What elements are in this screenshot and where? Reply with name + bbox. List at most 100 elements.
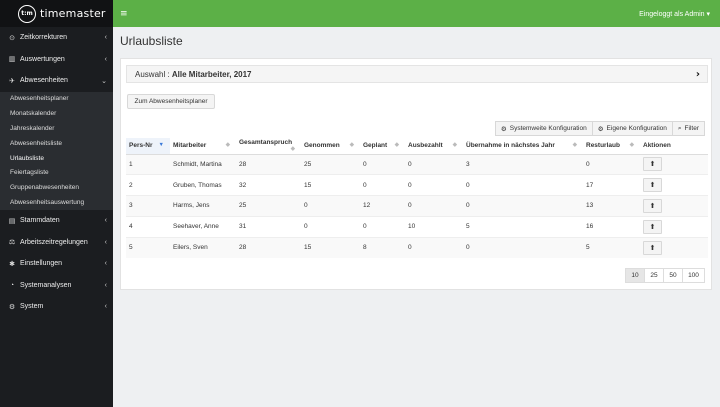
- table-row: 1 Schmidt, Martina 28 25 0 0 3 0 ⬆: [126, 153, 708, 175]
- cell-pers-nr: 4: [126, 215, 170, 238]
- table-row: 2 Gruben, Thomas 32 15 0 0 0 17 ⬆: [126, 174, 708, 196]
- logo[interactable]: t:m timemaster: [0, 0, 113, 27]
- submenu-item-urlaubsliste[interactable]: Urlaubsliste: [0, 151, 113, 166]
- submenu-item-monatskalender[interactable]: Monatskalender: [0, 106, 113, 121]
- cell-aktionen: ⬆: [640, 236, 708, 258]
- selection-bar[interactable]: Auswahl : Alle Mitarbeiter, 2017 ›: [126, 65, 708, 83]
- sidebar-submenu-abwesenheiten: Abwesenheitsplaner Monatskalender Jahres…: [0, 91, 113, 210]
- system-config-button[interactable]: ⚙ Systemweite Konfiguration: [494, 121, 593, 136]
- system-config-label: Systemweite Konfiguration: [509, 125, 587, 132]
- column-header-label: Ausbezahlt: [408, 142, 443, 150]
- chevron-left-icon: ‹: [104, 303, 107, 311]
- column-header-geplant[interactable]: Geplant ◆: [360, 138, 405, 155]
- cell-aktionen: ⬆: [640, 153, 708, 175]
- chevron-left-icon: ‹: [104, 34, 107, 42]
- sort-icon: ◆: [572, 142, 577, 149]
- page-title: Urlaubsliste: [120, 34, 183, 48]
- table-row: 3 Harms, Jens 25 0 12 0 0 13 ⬆: [126, 195, 708, 217]
- chevron-left-icon: ‹: [104, 217, 107, 225]
- submenu-item-abwesenheitsliste[interactable]: Abwesenheitsliste: [0, 136, 113, 151]
- user-menu[interactable]: Eingeloggt als Admin ▾: [639, 10, 710, 18]
- planner-button[interactable]: Zum Abwesenheitsplaner: [127, 94, 215, 109]
- column-header-genommen[interactable]: Genommen ◆: [301, 138, 360, 155]
- column-header-label: Mitarbeiter: [173, 142, 207, 150]
- transfer-button[interactable]: ⬆: [643, 240, 662, 255]
- sidebar: t:m timemaster ⊙ Zeitkorrekturen ‹ ▥ Aus…: [0, 0, 113, 407]
- own-config-button[interactable]: ⚙ Eigene Konfiguration: [591, 121, 673, 136]
- cell-ausbezahlt: 0: [405, 153, 463, 175]
- column-header-pers-nr[interactable]: Pers-Nr ▼: [126, 138, 170, 155]
- sidebar-item-stammdaten[interactable]: ▤ Stammdaten ‹: [0, 210, 113, 232]
- sidebar-item-systemanalysen[interactable]: ◔ Systemanalysen ‹: [0, 274, 113, 296]
- transfer-button[interactable]: ⬆: [643, 219, 662, 234]
- page-size-10[interactable]: 10: [625, 268, 645, 283]
- gears-icon: ⚙: [597, 125, 604, 133]
- page-size-25[interactable]: 25: [644, 268, 664, 283]
- column-header-resturlaub[interactable]: Resturlaub ◆: [583, 138, 640, 155]
- submenu-item-abwesenheitsauswertung[interactable]: Abwesenheitsauswertung: [0, 195, 113, 210]
- arrow-up-icon: ⬆: [649, 243, 656, 252]
- sidebar-item-arbeitszeitregelungen[interactable]: ⚖ Arbeitszeitregelungen ‹: [0, 231, 113, 253]
- submenu-item-feiertagsliste[interactable]: Feiertagsliste: [0, 165, 113, 180]
- cell-ausbezahlt: 0: [405, 236, 463, 258]
- cell-pers-nr: 1: [126, 153, 170, 175]
- submenu-item-gruppenabwesenheiten[interactable]: Gruppenabwesenheiten: [0, 180, 113, 195]
- page-size-50[interactable]: 50: [663, 268, 683, 283]
- hamburger-icon[interactable]: ≡: [120, 9, 128, 19]
- cell-geplant: 12: [360, 195, 405, 217]
- sidebar-item-auswertungen[interactable]: ▥ Auswertungen ‹: [0, 49, 113, 71]
- sort-icon: ◆: [394, 142, 399, 149]
- cell-uebernahme: 5: [463, 215, 583, 238]
- logo-badge: t:m: [18, 4, 36, 23]
- cell-genommen: 0: [301, 215, 360, 238]
- transfer-button[interactable]: ⬆: [643, 178, 662, 193]
- sort-icon: ◆: [629, 142, 634, 149]
- dashboard-icon: ◔: [9, 281, 15, 289]
- column-header-mitarbeiter[interactable]: Mitarbeiter ◆: [170, 138, 236, 155]
- selection-text: Auswahl : Alle Mitarbeiter, 2017: [135, 70, 252, 79]
- table-header-row: Pers-Nr ▼ Mitarbeiter ◆ Gesamtanspruch ◆ Ge…: [126, 138, 708, 155]
- cell-mitarbeiter: Seehaver, Anne: [170, 215, 236, 238]
- column-header-gesamtanspruch[interactable]: Gesamtanspruch ◆: [236, 138, 301, 155]
- bar-chart-icon: ▥: [8, 56, 16, 64]
- column-header-ausbezahlt[interactable]: Ausbezahlt ◆: [405, 138, 463, 155]
- transfer-button[interactable]: ⬆: [643, 157, 662, 172]
- filter-label: Filter: [684, 125, 699, 132]
- sort-icon: ◆: [225, 142, 230, 149]
- sidebar-item-abwesenheiten[interactable]: ✈ Abwesenheiten ⌄: [0, 70, 113, 92]
- table-row: 4 Seehaver, Anne 31 0 0 10 5 16 ⬆: [126, 215, 708, 238]
- cell-genommen: 15: [301, 236, 360, 258]
- page-size-100[interactable]: 100: [682, 268, 705, 283]
- cell-gesamtanspruch: 28: [236, 236, 301, 258]
- column-header-aktionen: Aktionen: [640, 138, 708, 155]
- sidebar-item-system[interactable]: ⚙ System ‹: [0, 296, 113, 318]
- selection-label: Auswahl :: [135, 69, 172, 79]
- sidebar-item-zeitkorrekturen[interactable]: ⊙ Zeitkorrekturen ‹: [0, 27, 113, 49]
- column-header-label: Resturlaub: [586, 142, 620, 150]
- submenu-item-jahreskalender[interactable]: Jahreskalender: [0, 121, 113, 136]
- column-header-label: Übernahme in nächstes Jahr: [466, 142, 555, 150]
- sidebar-item-label: System: [20, 303, 44, 311]
- column-header-label: Genommen: [304, 142, 340, 150]
- caret-down-icon: ▾: [706, 10, 710, 18]
- filter-button[interactable]: ⌕ Filter: [671, 121, 705, 136]
- cell-ausbezahlt: 10: [405, 215, 463, 238]
- transfer-button[interactable]: ⬆: [643, 198, 662, 213]
- chevron-right-icon[interactable]: ›: [696, 69, 700, 80]
- column-header-uebernahme[interactable]: Übernahme in nächstes Jahr ◆: [463, 138, 583, 155]
- cell-mitarbeiter: Harms, Jens: [170, 195, 236, 217]
- cell-uebernahme: 0: [463, 236, 583, 258]
- column-header-label: Geplant: [363, 142, 388, 150]
- sidebar-item-label: Zeitkorrekturen: [20, 34, 68, 42]
- cell-mitarbeiter: Schmidt, Martina: [170, 153, 236, 175]
- database-icon: ▤: [8, 217, 16, 225]
- search-icon: ⌕: [677, 124, 682, 132]
- submenu-item-abwesenheitsplaner[interactable]: Abwesenheitsplaner: [0, 92, 113, 107]
- sidebar-item-einstellungen[interactable]: ✱ Einstellungen ‹: [0, 253, 113, 275]
- cell-pers-nr: 3: [126, 195, 170, 217]
- content-panel: Auswahl : Alle Mitarbeiter, 2017 › Zum A…: [120, 58, 712, 290]
- logo-text: timemaster: [40, 7, 106, 20]
- sort-icon: ◆: [452, 142, 457, 149]
- cell-mitarbeiter: Gruben, Thomas: [170, 174, 236, 196]
- cell-resturlaub: 5: [583, 236, 640, 258]
